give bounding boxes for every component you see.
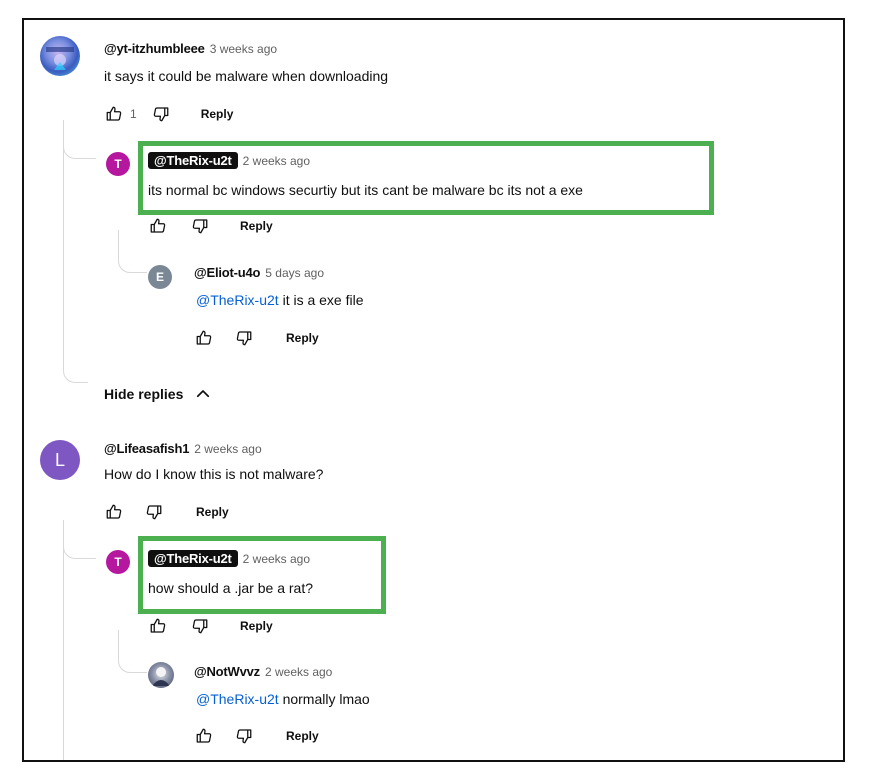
comment-actions: Reply: [194, 726, 319, 746]
comments-panel: @yt-itzhumbleee 3 weeks ago it says it co…: [22, 18, 845, 762]
thumbs-down-icon[interactable]: [234, 726, 254, 746]
avatar-image: [46, 47, 74, 70]
comment-header: @Eliot-u4o 5 days ago: [194, 264, 324, 282]
thumbs-up-icon[interactable]: [148, 216, 168, 236]
comment-header: @yt-itzhumbleee 3 weeks ago: [104, 40, 277, 58]
comment-actions: Reply: [148, 216, 273, 236]
reply-button[interactable]: Reply: [286, 331, 319, 345]
reply-button[interactable]: Reply: [240, 619, 273, 633]
chevron-up-icon: [193, 384, 213, 404]
reply-button[interactable]: Reply: [240, 219, 273, 233]
thread-line: [63, 520, 64, 760]
avatar[interactable]: T: [106, 550, 130, 574]
comment-actions: Reply: [194, 328, 319, 348]
thread-connector: [63, 360, 88, 383]
comment-text: @TheRix-u2t it is a exe file: [196, 292, 364, 308]
avatar-letter: E: [155, 270, 164, 284]
mention-link[interactable]: @TheRix-u2t: [196, 691, 279, 707]
reply-button[interactable]: Reply: [196, 505, 229, 519]
comment-text: @TheRix-u2t normally lmao: [196, 691, 370, 707]
thumbs-up-icon[interactable]: [194, 328, 214, 348]
avatar[interactable]: [148, 662, 174, 688]
comment-header: @NotWvvz 2 weeks ago: [194, 663, 332, 681]
comment-header: @Lifeasafish1 2 weeks ago: [104, 440, 262, 458]
comment-author[interactable]: @Lifeasafish1: [104, 441, 189, 456]
hide-replies-button[interactable]: Hide replies: [104, 384, 213, 404]
reply-button[interactable]: Reply: [286, 729, 319, 743]
thumbs-down-icon[interactable]: [190, 616, 210, 636]
like-count: 1: [130, 107, 137, 121]
thread-connector: [118, 242, 147, 273]
comment-time[interactable]: 2 weeks ago: [265, 665, 332, 679]
highlight-box: [138, 141, 714, 215]
avatar[interactable]: [40, 36, 80, 76]
thumbs-down-icon[interactable]: [144, 502, 164, 522]
thread-line: [63, 120, 64, 370]
thread-connector: [118, 642, 147, 673]
thumbs-down-icon[interactable]: [151, 104, 171, 124]
mention-link[interactable]: @TheRix-u2t: [196, 292, 279, 308]
comment-author[interactable]: @yt-itzhumbleee: [104, 41, 205, 56]
comment-time[interactable]: 5 days ago: [265, 266, 324, 280]
thumbs-up-icon[interactable]: [104, 502, 124, 522]
thumbs-up-icon[interactable]: [194, 726, 214, 746]
comment-time[interactable]: 2 weeks ago: [194, 442, 261, 456]
comment-text: it says it could be malware when downloa…: [104, 68, 389, 84]
reply-button[interactable]: Reply: [201, 107, 234, 121]
comment-time[interactable]: 3 weeks ago: [210, 42, 277, 56]
thread-connector: [63, 130, 96, 159]
avatar[interactable]: L: [40, 440, 80, 480]
avatar-letter: T: [114, 555, 122, 569]
thread-connector: [63, 530, 96, 559]
hide-replies-label: Hide replies: [104, 386, 184, 402]
thumbs-up-icon[interactable]: [104, 104, 124, 124]
comment-body: it is a exe file: [278, 292, 364, 308]
avatar[interactable]: E: [148, 265, 172, 289]
avatar[interactable]: T: [106, 152, 130, 176]
avatar-image: [152, 667, 170, 686]
comment-actions: Reply: [148, 616, 273, 636]
thumbs-up-icon[interactable]: [148, 616, 168, 636]
avatar-letter: L: [54, 449, 65, 470]
highlight-box: [138, 536, 386, 614]
comment-author[interactable]: @NotWvvz: [194, 664, 260, 679]
comment-text: How do I know this is not malware?: [104, 466, 324, 482]
avatar-letter: T: [114, 157, 122, 171]
comment-body: normally lmao: [278, 691, 370, 707]
thumbs-down-icon[interactable]: [190, 216, 210, 236]
comment-actions: Reply: [104, 502, 229, 522]
thumbs-down-icon[interactable]: [234, 328, 254, 348]
comment-actions: 1 Reply: [104, 104, 233, 124]
comment-author[interactable]: @Eliot-u4o: [194, 265, 260, 280]
